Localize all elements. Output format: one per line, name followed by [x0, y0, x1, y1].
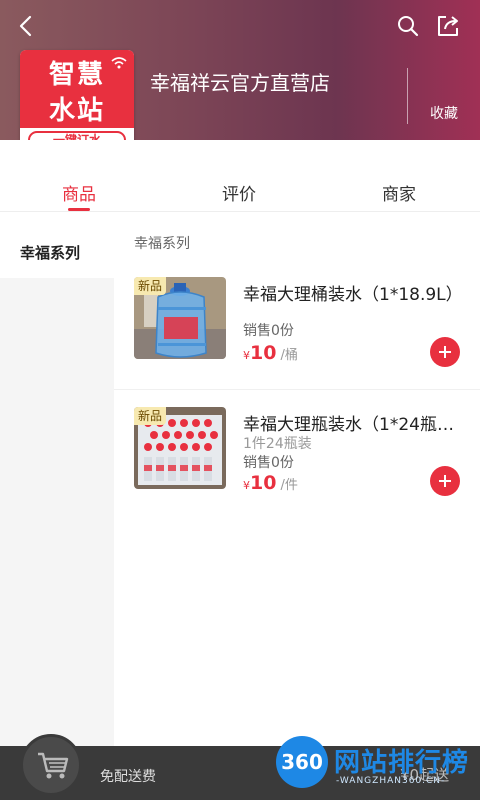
currency-symbol: ¥	[243, 349, 250, 362]
store-name: 幸福祥云官方直营店	[150, 71, 330, 95]
product-name: 幸福大理瓶装水（1*24瓶…	[243, 415, 454, 435]
tab-merchant[interactable]: 商家	[382, 180, 416, 205]
store-logo: 智慧 水站 一键订水	[20, 50, 134, 152]
product-spec: 1件24瓶装	[243, 436, 312, 452]
currency-symbol: ¥	[243, 479, 250, 492]
delivery-fee-text: 免配送费	[100, 769, 156, 785]
product-name: 幸福大理桶装水（1*18.9L）	[243, 285, 463, 305]
price-value: 10	[250, 472, 277, 494]
price-value: 10	[250, 342, 277, 364]
search-icon[interactable]	[396, 14, 420, 38]
tab-reviews[interactable]: 评价	[222, 180, 256, 205]
product-sales: 销售0份	[243, 455, 294, 471]
back-icon[interactable]	[14, 14, 38, 38]
sidebar-item-xingfu-series[interactable]: 幸福系列	[0, 212, 114, 278]
watermark-subtitle: -WANGZHAN360.CN-	[336, 776, 446, 786]
add-to-cart-button[interactable]	[430, 466, 460, 496]
new-badge: 新品	[134, 407, 167, 425]
tab-products[interactable]: 商品	[62, 180, 96, 205]
watermark: 360 网站排行榜 -WANGZHAN360.CN-	[276, 736, 476, 798]
active-tab-indicator	[68, 208, 90, 211]
price-unit: /桶	[280, 348, 298, 363]
favorite-button[interactable]: 收藏	[422, 103, 466, 123]
share-icon[interactable]	[434, 12, 462, 40]
price-unit: /件	[280, 478, 298, 493]
logo-banner: 智慧 水站	[20, 50, 134, 128]
new-badge: 新品	[134, 277, 167, 295]
cart-bar: 免配送费 ¥0起送 360 网站排行榜 -WANGZHAN360.CN-	[0, 734, 480, 800]
category-sidebar: 幸福系列	[0, 212, 114, 746]
watermark-title: 网站排行榜	[334, 748, 470, 778]
logo-line1: 智慧	[48, 60, 105, 90]
watermark-badge: 360	[276, 736, 328, 788]
section-title: 幸福系列	[134, 236, 190, 252]
cart-icon	[38, 752, 69, 779]
logo-line2: 水站	[48, 96, 105, 126]
tab-bar: 商品 评价 商家	[0, 140, 480, 212]
sidebar-item-label: 幸福系列	[20, 244, 81, 262]
product-item[interactable]: 新品 幸福大理瓶装水（1*24瓶… 1件24瓶装 销售0份 ¥10/件	[114, 390, 480, 520]
product-price: ¥10/件	[243, 472, 298, 494]
product-item[interactable]: 新品 幸福大理桶装水（1*18.9L） 销售0份 ¥10/桶	[114, 260, 480, 390]
product-sales: 销售0份	[243, 323, 294, 339]
product-price: ¥10/桶	[243, 342, 298, 364]
add-to-cart-button[interactable]	[430, 337, 460, 367]
cart-button[interactable]	[20, 734, 82, 796]
store-header: 智慧 水站 一键订水 幸福祥云官方直营店 收藏	[0, 0, 480, 152]
header-divider	[407, 68, 408, 124]
